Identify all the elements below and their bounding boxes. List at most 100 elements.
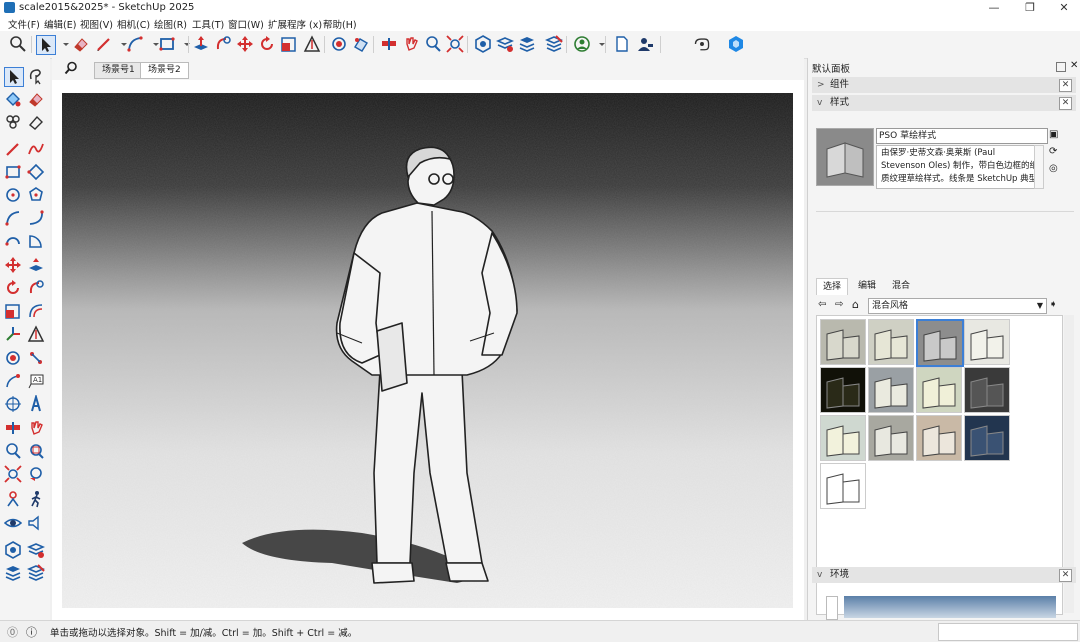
style-thumbnail[interactable] <box>916 319 964 367</box>
rotate-icon[interactable] <box>4 279 22 297</box>
scene-tab-2[interactable]: 场景号2 <box>140 62 189 79</box>
menu-extensions[interactable]: 扩展程序 (x) <box>268 17 322 31</box>
scale-icon[interactable] <box>4 302 22 320</box>
section-plane-icon[interactable] <box>380 35 398 53</box>
styles-section-header[interactable]: v 样式 ✕ <box>812 95 1076 111</box>
components-section-header[interactable]: > 组件 ✕ <box>812 77 1076 93</box>
menu-camera[interactable]: 相机(C) <box>117 17 150 31</box>
update-style-icon[interactable]: ⟳ <box>1049 146 1061 158</box>
style-description-field[interactable]: 由保罗·史蒂文森·奥莱斯 (Paul Stevenson Oles) 制作，带白… <box>876 145 1044 189</box>
eraser-outline-icon[interactable] <box>27 113 45 131</box>
create-style-icon[interactable]: ▣ <box>1049 129 1061 141</box>
warehouse-icon[interactable] <box>474 35 492 53</box>
style-library-dropdown[interactable]: 混合风格 ▼ <box>868 298 1047 314</box>
freehand-icon[interactable] <box>27 140 45 158</box>
maximize-button[interactable]: ❐ <box>1012 0 1048 16</box>
select-arrow-icon[interactable] <box>4 67 24 87</box>
search-icon[interactable] <box>64 61 78 75</box>
eraser-icon[interactable] <box>72 35 90 53</box>
axes-icon[interactable] <box>4 325 22 343</box>
dropdown-arrow-icon[interactable] <box>57 35 69 53</box>
components-icon[interactable] <box>26 541 46 559</box>
polygon-tool-icon[interactable] <box>27 186 45 204</box>
section-plane-icon[interactable] <box>4 419 22 437</box>
style-thumbnail[interactable] <box>868 319 914 365</box>
follow-me-icon[interactable] <box>27 279 45 297</box>
dimension-icon[interactable] <box>4 349 22 367</box>
description-scrollbar[interactable] <box>1034 145 1044 189</box>
style-thumbnail[interactable] <box>916 367 962 413</box>
home-icon[interactable]: ⌂ <box>852 298 859 311</box>
measurements-box[interactable] <box>938 623 1078 641</box>
arc-tool-icon[interactable] <box>4 209 22 227</box>
menu-help[interactable]: 帮助(H) <box>323 17 357 31</box>
paint-bucket-icon[interactable] <box>4 90 22 108</box>
push-pull-icon[interactable] <box>27 256 45 274</box>
dropdown-arrow-icon[interactable] <box>178 35 190 53</box>
rectangle-tool-icon[interactable] <box>158 35 176 53</box>
style-thumbnail[interactable] <box>820 319 866 365</box>
three-point-arc-icon[interactable] <box>4 232 22 250</box>
pan-hand-icon[interactable] <box>27 419 45 437</box>
label-a1-icon[interactable]: A1 <box>27 372 45 390</box>
tab-edit[interactable]: 编辑 <box>852 278 882 294</box>
environment-sky-preview[interactable] <box>844 596 1056 618</box>
tab-mix[interactable]: 混合 <box>886 278 916 294</box>
tag-tool-icon[interactable] <box>4 113 22 131</box>
info-icon[interactable]: ⓘ <box>26 624 37 640</box>
style-settings-icon[interactable]: ◎ <box>1049 163 1061 175</box>
protractor-icon[interactable] <box>27 349 45 367</box>
environment-checkbox[interactable] <box>826 596 838 620</box>
zoom-window-icon[interactable] <box>27 442 45 460</box>
sound-cone-icon[interactable] <box>27 514 45 532</box>
details-arrow-icon[interactable]: ➧ <box>1049 299 1057 310</box>
menu-draw[interactable]: 绘图(R) <box>154 17 187 31</box>
zoom-icon[interactable] <box>9 35 27 53</box>
menu-view[interactable]: 视图(V) <box>80 17 113 31</box>
forward-arrow-icon[interactable]: ⇨ <box>835 299 843 310</box>
layers-icon[interactable] <box>4 564 22 582</box>
style-thumbnail[interactable] <box>820 463 866 509</box>
layers-icon[interactable] <box>518 35 536 53</box>
account-icon[interactable] <box>573 35 591 53</box>
user-profile-icon[interactable] <box>636 35 654 53</box>
menu-file[interactable]: 文件(F) <box>8 17 40 31</box>
menu-window[interactable]: 窗口(W) <box>228 17 264 31</box>
text-tool-icon[interactable] <box>4 372 22 390</box>
minimize-button[interactable]: — <box>976 0 1012 16</box>
position-camera-icon[interactable] <box>4 490 22 508</box>
geo-location-icon[interactable]: ⓪ <box>7 624 18 640</box>
sandbox-icon[interactable] <box>352 35 370 53</box>
extension-warehouse-icon[interactable] <box>544 35 564 53</box>
environment-section-header[interactable]: v 环境 ✕ <box>812 567 1076 583</box>
style-name-field[interactable]: PSO 草绘样式 <box>876 128 1048 144</box>
tape-measure-icon[interactable] <box>303 35 321 53</box>
lasso-select-icon[interactable] <box>27 67 45 85</box>
tab-select[interactable]: 选择 <box>816 278 849 295</box>
offset-icon[interactable] <box>27 302 45 320</box>
components-icon[interactable] <box>495 35 515 53</box>
zoom-extents-icon[interactable] <box>4 465 22 483</box>
style-thumbnail[interactable] <box>964 415 1010 461</box>
arc-tool-icon[interactable] <box>126 35 144 53</box>
rotated-rectangle-icon[interactable] <box>27 163 45 181</box>
crosshair-icon[interactable] <box>4 395 22 413</box>
zoom-tool-icon[interactable] <box>424 35 442 53</box>
back-arrow-icon[interactable]: ⇦ <box>818 299 826 310</box>
close-tray-icon[interactable]: ✕ <box>1070 60 1078 71</box>
trimble-connect-icon[interactable] <box>693 35 715 53</box>
eraser-icon[interactable] <box>27 90 45 108</box>
style-thumbnail[interactable] <box>916 415 962 461</box>
warehouse-icon[interactable] <box>4 541 22 559</box>
select-arrow-icon[interactable] <box>36 35 56 55</box>
pencil-line-icon[interactable] <box>95 35 113 53</box>
close-section-icon[interactable]: ✕ <box>1059 79 1072 92</box>
scale-icon[interactable] <box>280 35 298 53</box>
zoom-extents-icon[interactable] <box>446 35 464 53</box>
style-thumbnail[interactable] <box>820 415 866 461</box>
style-thumbnail[interactable] <box>868 367 914 413</box>
style-thumbnail[interactable] <box>964 319 1010 365</box>
sketch-figure-drawing[interactable] <box>62 93 793 608</box>
follow-me-icon[interactable] <box>214 35 232 53</box>
dropdown-arrow-icon[interactable] <box>115 35 127 53</box>
